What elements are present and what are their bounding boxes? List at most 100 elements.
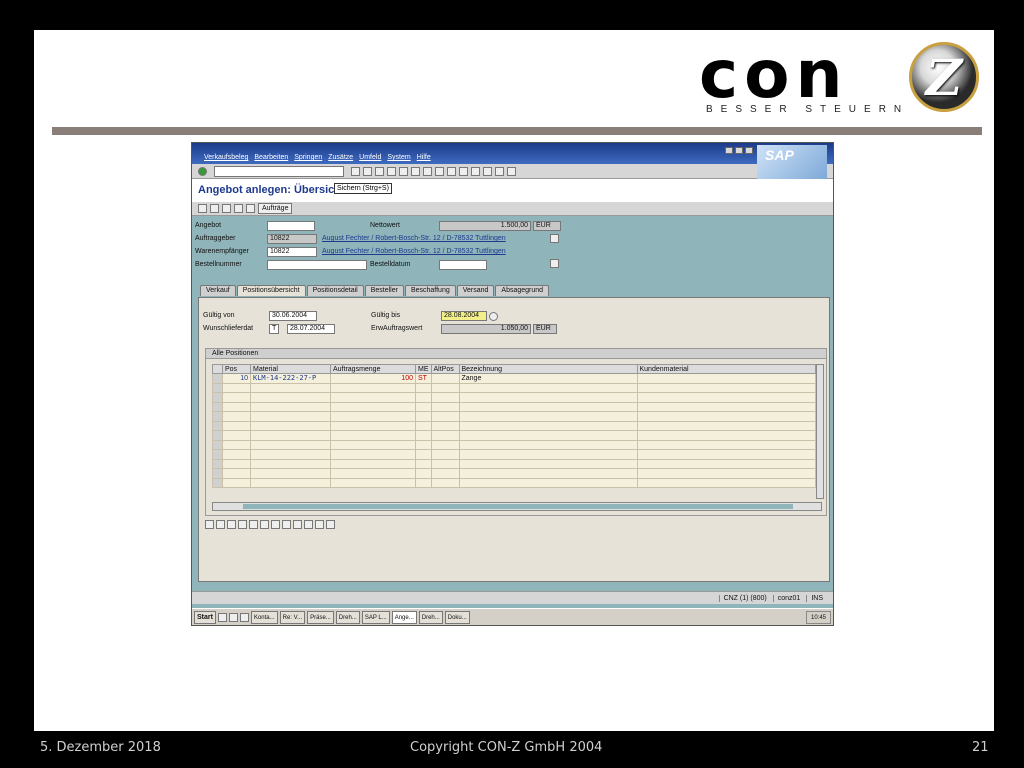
task-dreh-2[interactable]: Dreh...	[418, 610, 443, 624]
ie-icon[interactable]	[217, 612, 227, 622]
empty-cell[interactable]	[458, 382, 638, 393]
empty-cell[interactable]	[636, 468, 816, 479]
empty-cell[interactable]	[222, 449, 251, 460]
row-selector[interactable]	[212, 430, 223, 441]
empty-cell[interactable]	[636, 411, 816, 422]
empty-cell[interactable]	[222, 477, 251, 488]
bestelldatum-field[interactable]	[439, 260, 487, 270]
empty-cell[interactable]	[636, 458, 816, 469]
exit-icon[interactable]	[375, 166, 384, 176]
row-selector[interactable]	[212, 392, 223, 403]
empty-cell[interactable]	[330, 449, 416, 460]
item-icon[interactable]	[234, 204, 243, 213]
row-selector[interactable]	[212, 449, 223, 460]
row-selector[interactable]	[212, 411, 223, 422]
row-selector[interactable]	[212, 468, 223, 479]
insert-row-icon[interactable]	[216, 520, 225, 529]
empty-cell[interactable]	[458, 439, 638, 450]
detail-icon[interactable]	[205, 520, 214, 529]
table-row[interactable]	[212, 458, 816, 469]
cell-altpos[interactable]	[430, 373, 460, 384]
empty-cell[interactable]	[415, 392, 432, 403]
empty-cell[interactable]	[458, 477, 638, 488]
next-page-icon[interactable]	[447, 166, 456, 176]
table-row[interactable]	[212, 392, 816, 403]
empty-cell[interactable]	[222, 411, 251, 422]
cell-me[interactable]: ST	[415, 373, 432, 384]
task-doku[interactable]: Doku...	[444, 610, 470, 624]
print-icon[interactable]	[399, 166, 408, 176]
empty-cell[interactable]	[330, 382, 416, 393]
deselect-icon[interactable]	[249, 520, 258, 529]
table-row[interactable]	[212, 401, 816, 412]
prev-page-icon[interactable]	[435, 166, 444, 176]
empty-cell[interactable]	[250, 411, 331, 422]
delete-row-icon[interactable]	[227, 520, 236, 529]
table-row[interactable]	[212, 468, 816, 479]
empty-cell[interactable]	[330, 439, 416, 450]
bestellnummer-field[interactable]	[267, 260, 367, 270]
col-me[interactable]: ME	[415, 364, 432, 374]
empty-cell[interactable]	[250, 477, 331, 488]
row-selector[interactable]	[212, 477, 223, 488]
empty-cell[interactable]	[415, 458, 432, 469]
empty-cell[interactable]	[458, 392, 638, 403]
cell-pos[interactable]: 10	[222, 373, 251, 384]
tab-positionsuebersicht[interactable]: Positionsübersicht	[236, 285, 306, 296]
empty-cell[interactable]	[636, 382, 816, 393]
row-selector[interactable]	[212, 373, 223, 384]
command-field[interactable]	[214, 165, 344, 177]
status-mode[interactable]: INS	[806, 594, 823, 602]
empty-cell[interactable]	[636, 392, 816, 403]
table-row[interactable]	[212, 411, 816, 422]
status-system[interactable]: CNZ (1) (800)	[718, 594, 767, 602]
empty-cell[interactable]	[430, 468, 460, 479]
empty-cell[interactable]	[330, 468, 416, 479]
empty-cell[interactable]	[458, 411, 638, 422]
empty-cell[interactable]	[415, 449, 432, 460]
empty-cell[interactable]	[330, 458, 416, 469]
vertical-scrollbar[interactable]	[816, 364, 824, 499]
sort-icon[interactable]	[271, 520, 280, 529]
empty-cell[interactable]	[430, 411, 460, 422]
menu-system[interactable]: System	[387, 154, 410, 161]
task-ange[interactable]: Ange...	[391, 610, 417, 624]
empty-cell[interactable]	[250, 439, 331, 450]
availability-icon[interactable]	[304, 520, 313, 529]
col-pos[interactable]: Pos	[222, 364, 251, 374]
start-button[interactable]: Start	[194, 610, 216, 624]
empty-cell[interactable]	[430, 458, 460, 469]
empty-cell[interactable]	[250, 430, 331, 441]
auftraege-button[interactable]: Aufträge	[258, 203, 293, 214]
cell-material[interactable]: KLM-14-222-27-P	[250, 373, 331, 384]
select-all-icon[interactable]	[238, 520, 247, 529]
empty-cell[interactable]	[430, 449, 460, 460]
partner-icon[interactable]	[222, 204, 231, 213]
col-material[interactable]: Material	[250, 364, 331, 374]
empty-cell[interactable]	[415, 401, 432, 412]
shortcut-icon[interactable]	[483, 166, 492, 176]
gueltig-von-field[interactable]: 30.06.2004	[269, 311, 317, 321]
block-icon[interactable]	[260, 520, 269, 529]
save-icon[interactable]	[351, 166, 360, 176]
empty-cell[interactable]	[222, 468, 251, 479]
empty-cell[interactable]	[250, 468, 331, 479]
empty-cell[interactable]	[458, 420, 638, 431]
tab-positionsdetail[interactable]: Positionsdetail	[306, 285, 364, 296]
table-row[interactable]	[212, 420, 816, 431]
cell-menge[interactable]: 100	[330, 373, 416, 384]
angebot-field[interactable]	[267, 221, 315, 231]
minimize-icon[interactable]	[725, 147, 733, 154]
task-dreh-1[interactable]: Dreh...	[335, 610, 360, 624]
menu-verkaufsbeleg[interactable]: Verkaufsbeleg	[204, 154, 248, 161]
new-session-icon[interactable]	[471, 166, 480, 176]
desktop-icon[interactable]	[239, 612, 249, 622]
col-kundenmaterial[interactable]: Kundenmaterial	[636, 364, 816, 374]
empty-cell[interactable]	[430, 382, 460, 393]
menu-umfeld[interactable]: Umfeld	[359, 154, 381, 161]
wunschliefer-date-field[interactable]: 28.07.2004	[287, 324, 335, 334]
empty-cell[interactable]	[636, 420, 816, 431]
menu-hilfe[interactable]: Hilfe	[417, 154, 431, 161]
empty-cell[interactable]	[330, 477, 416, 488]
empty-cell[interactable]	[415, 439, 432, 450]
